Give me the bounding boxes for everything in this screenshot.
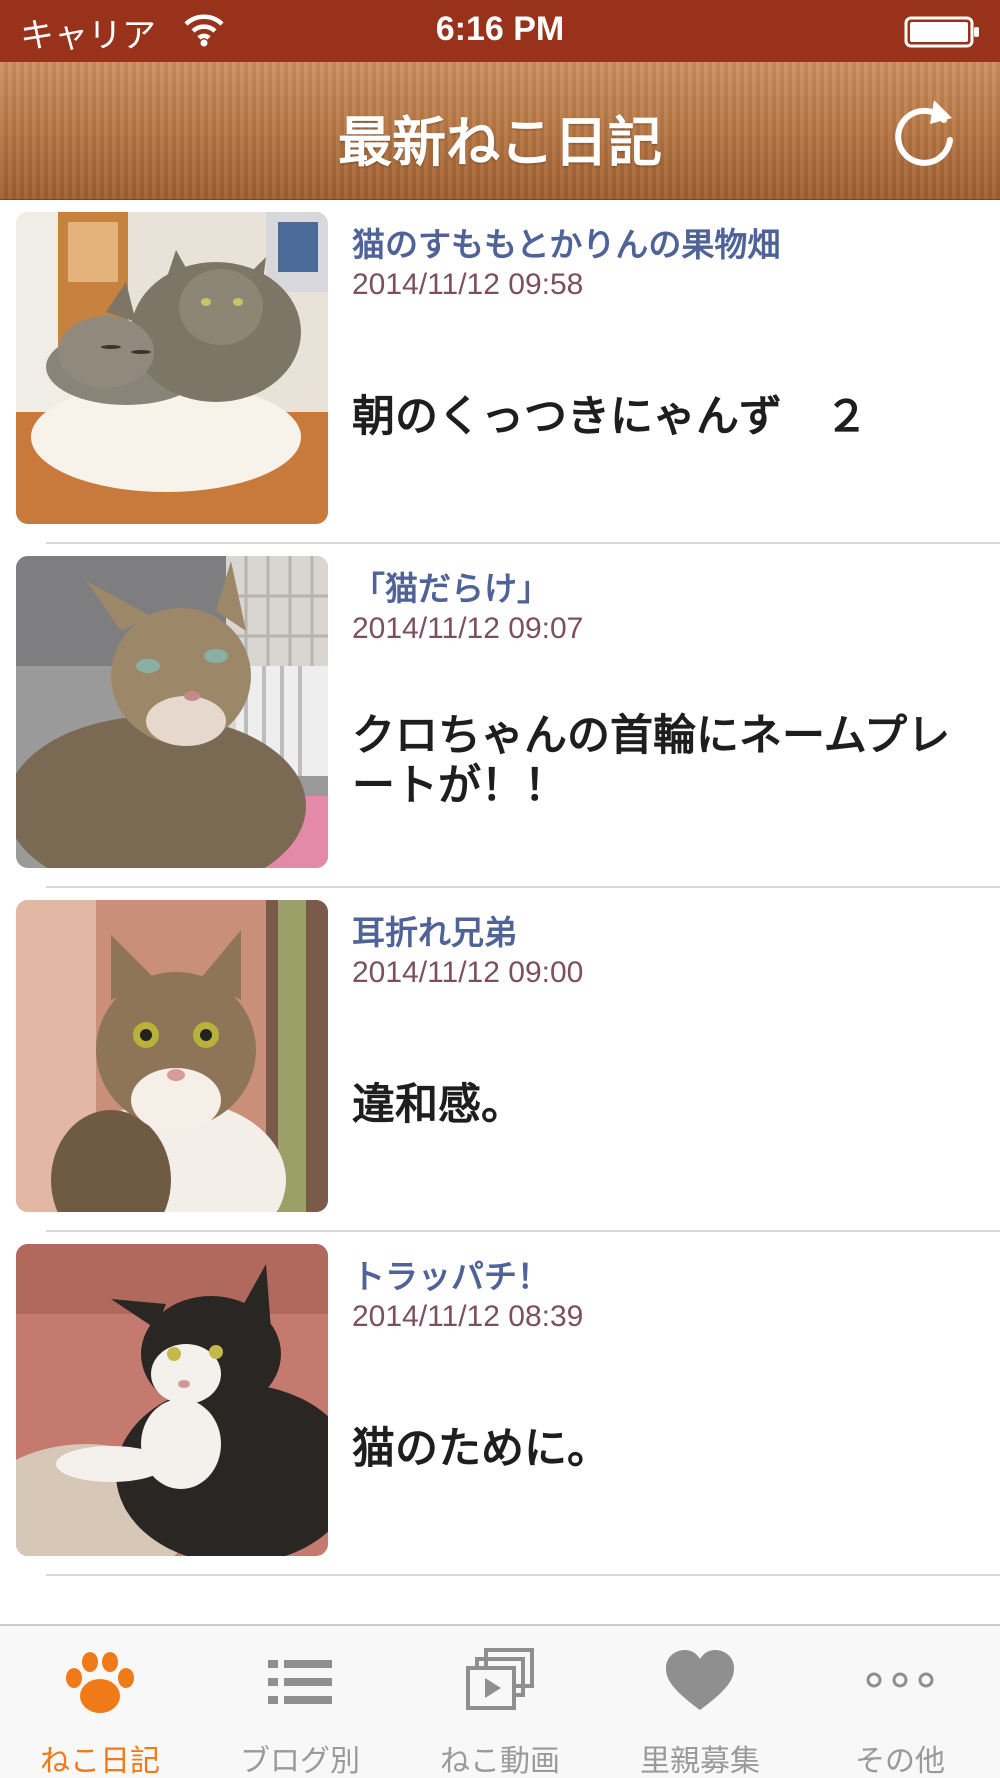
page-title: 最新ねこ日記 [338, 111, 662, 174]
blog-name: 耳折れ兄弟 [352, 913, 517, 952]
tab-label: ねこ動画 [440, 1744, 560, 1778]
navigation-bar: 最新ねこ日記 [0, 62, 1000, 200]
list-item[interactable]: 猫のすももとかりんの果物畑 2014/11/12 09:58 朝のくっつきにゃん… [0, 200, 1000, 544]
heart-icon [666, 1650, 734, 1710]
paw-icon [66, 1652, 134, 1713]
tab-label: ねこ日記 [40, 1744, 160, 1778]
tab-by-blog[interactable]: ブログ別 [200, 1626, 400, 1778]
blog-name: 猫のすももとかりんの果物畑 [352, 225, 781, 264]
entry-thumbnail [16, 900, 328, 1212]
tab-bar: ねこ日記 ブログ別 ねこ動画 里親募集 その他 [0, 1624, 1000, 1778]
tab-label: 里親募集 [640, 1744, 760, 1778]
tab-foster-recruitment[interactable]: 里親募集 [600, 1626, 800, 1778]
entry-title: 違和感。 [352, 1080, 524, 1130]
video-icon [466, 1648, 534, 1710]
entry-date: 2014/11/12 08:39 [352, 1300, 584, 1333]
entry-list: 猫のすももとかりんの果物畑 2014/11/12 09:58 朝のくっつきにゃん… [0, 200, 1000, 1576]
tab-neko-diary[interactable]: ねこ日記 [0, 1626, 200, 1778]
more-icon [866, 1672, 934, 1688]
entry-thumbnail [16, 212, 328, 524]
tab-label: ブログ別 [240, 1744, 360, 1778]
status-bar: キャリア 6:16 PM [0, 0, 1000, 62]
list-icon [268, 1660, 332, 1704]
entry-title: 猫のために。 [352, 1424, 610, 1474]
blog-name: 「猫だらけ」 [352, 569, 550, 608]
entry-title: クロちゃんの首輪にネームプレートが！！ [352, 711, 951, 811]
tab-other[interactable]: その他 [800, 1626, 1000, 1778]
entry-date: 2014/11/12 09:00 [352, 956, 584, 989]
tab-cat-videos[interactable]: ねこ動画 [400, 1626, 600, 1778]
list-item[interactable]: トラッパチ！ 2014/11/12 08:39 猫のために。 [0, 1232, 1000, 1576]
status-time: 6:16 PM [435, 10, 565, 48]
divider [46, 1574, 1000, 1576]
battery-icon [904, 16, 979, 48]
entry-date: 2014/11/12 09:58 [352, 268, 584, 301]
list-item[interactable]: 耳折れ兄弟 2014/11/12 09:00 違和感。 [0, 888, 1000, 1232]
refresh-icon[interactable] [884, 92, 964, 172]
entry-date: 2014/11/12 09:07 [352, 612, 584, 645]
tab-label: その他 [855, 1744, 945, 1778]
blog-name: トラッパチ！ [352, 1257, 550, 1296]
entry-title: 朝のくっつきにゃんず ２ [352, 392, 868, 442]
list-item[interactable]: 「猫だらけ」 2014/11/12 09:07 クロちゃんの首輪にネームプレート… [0, 544, 1000, 888]
entry-thumbnail [16, 556, 328, 868]
entry-thumbnail [16, 1244, 328, 1556]
